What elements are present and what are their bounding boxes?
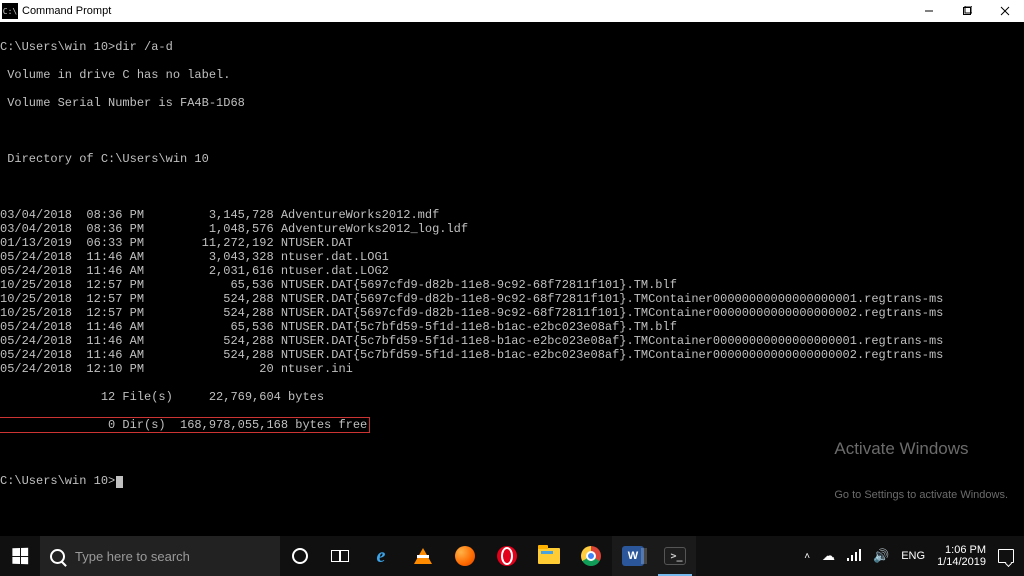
action-center-button[interactable]	[998, 549, 1014, 563]
word-icon: W	[622, 546, 644, 566]
dir-entry: 10/25/2018 12:57 PM 65,536 NTUSER.DAT{56…	[0, 278, 1020, 292]
edge-icon: e	[370, 545, 392, 567]
clock-time: 1:06 PM	[937, 544, 986, 556]
dir-entry: 05/24/2018 11:46 AM 524,288 NTUSER.DAT{5…	[0, 334, 1020, 348]
taskbar-clock[interactable]: 1:06 PM 1/14/2019	[937, 544, 986, 568]
opera-icon	[497, 546, 517, 566]
folder-icon	[538, 548, 560, 564]
terminal-line	[0, 124, 1020, 138]
taskbar-app-file-explorer[interactable]	[528, 536, 570, 576]
terminal-line	[0, 180, 1020, 194]
terminal-output[interactable]: C:\Users\win 10>dir /a-d Volume in drive…	[0, 22, 1024, 536]
dir-entry: 01/13/2019 06:33 PM 11,272,192 NTUSER.DA…	[0, 236, 1020, 250]
activate-windows-watermark: Activate Windows Go to Settings to activ…	[834, 410, 1008, 530]
cursor	[116, 476, 123, 488]
dir-entry: 10/25/2018 12:57 PM 524,288 NTUSER.DAT{5…	[0, 292, 1020, 306]
firefox-icon	[455, 546, 475, 566]
window-titlebar: C:\ Command Prompt	[0, 0, 1024, 22]
terminal-line: Directory of C:\Users\win 10	[0, 152, 1020, 166]
dir-entry: 05/24/2018 11:46 AM 3,043,328 ntuser.dat…	[0, 250, 1020, 264]
watermark-subtitle: Go to Settings to activate Windows.	[834, 488, 1008, 502]
volume-icon[interactable]: 🔊	[873, 548, 889, 564]
system-tray: ˄ ☁ 🔊 ENG 1:06 PM 1/14/2019	[794, 536, 1024, 576]
cortana-icon	[292, 548, 308, 564]
chrome-icon	[581, 546, 601, 566]
task-view-button[interactable]	[320, 536, 360, 576]
cmd-taskbar-icon: >_	[664, 547, 686, 565]
tray-overflow-button[interactable]: ˄	[804, 551, 810, 562]
taskbar-app-word[interactable]: W	[612, 536, 654, 576]
dir-entry: 05/24/2018 12:10 PM 20 ntuser.ini	[0, 362, 1020, 376]
maximize-button[interactable]	[948, 0, 986, 22]
clock-date: 1/14/2019	[937, 556, 986, 568]
search-icon	[50, 549, 65, 564]
dir-entry: 03/04/2018 08:36 PM 1,048,576 AdventureW…	[0, 222, 1020, 236]
summary-files: 12 File(s) 22,769,604 bytes	[0, 390, 1020, 404]
dir-entry: 03/04/2018 08:36 PM 3,145,728 AdventureW…	[0, 208, 1020, 222]
watermark-title: Activate Windows	[834, 438, 1008, 460]
cmd-icon: C:\	[2, 3, 18, 19]
cortana-button[interactable]	[280, 536, 320, 576]
windows-logo-icon	[12, 548, 28, 565]
dir-entry: 05/24/2018 11:46 AM 524,288 NTUSER.DAT{5…	[0, 348, 1020, 362]
terminal-line: Volume Serial Number is FA4B-1D68	[0, 96, 1020, 110]
dir-entry: 05/24/2018 11:46 AM 65,536 NTUSER.DAT{5c…	[0, 320, 1020, 334]
start-button[interactable]	[0, 536, 40, 576]
window-title: Command Prompt	[22, 5, 111, 17]
close-button[interactable]	[986, 0, 1024, 22]
terminal-line: Volume in drive C has no label.	[0, 68, 1020, 82]
taskbar-search[interactable]: Type here to search	[40, 536, 280, 576]
taskbar: Type here to search e W >_ ˄ ☁ 🔊 ENG 1:0…	[0, 536, 1024, 576]
taskbar-apps: e W >_	[360, 536, 696, 576]
dir-entry: 10/25/2018 12:57 PM 524,288 NTUSER.DAT{5…	[0, 306, 1020, 320]
task-view-icon	[331, 550, 349, 562]
minimize-button[interactable]	[910, 0, 948, 22]
search-placeholder: Type here to search	[75, 549, 190, 564]
dir-entry: 05/24/2018 11:46 AM 2,031,616 ntuser.dat…	[0, 264, 1020, 278]
taskbar-app-edge[interactable]: e	[360, 536, 402, 576]
taskbar-app-chrome[interactable]	[570, 536, 612, 576]
language-indicator[interactable]: ENG	[901, 550, 925, 562]
network-icon[interactable]	[847, 551, 861, 561]
onedrive-icon[interactable]: ☁	[822, 548, 835, 564]
taskbar-app-firefox[interactable]	[444, 536, 486, 576]
taskbar-app-vlc[interactable]	[402, 536, 444, 576]
vlc-icon	[414, 548, 432, 564]
taskbar-app-opera[interactable]	[486, 536, 528, 576]
taskbar-app-cmd[interactable]: >_	[654, 536, 696, 576]
terminal-line: C:\Users\win 10>dir /a-d	[0, 40, 1020, 54]
